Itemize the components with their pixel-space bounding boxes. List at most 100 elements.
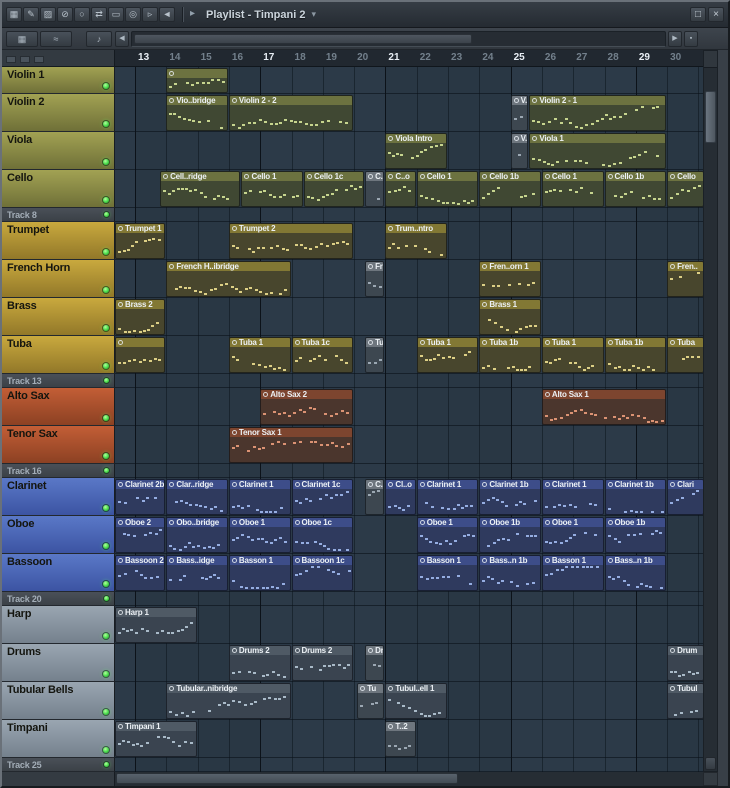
track-panel-drums[interactable]: Drums: [2, 644, 115, 682]
clip-header[interactable]: Basson 1: [229, 556, 290, 565]
clip-mute-icon[interactable]: [368, 340, 374, 345]
clip-mute-icon[interactable]: [231, 430, 237, 435]
timeline-label-23[interactable]: 23: [451, 52, 462, 63]
clip-header[interactable]: Oboe 1: [229, 518, 290, 527]
clip-oboe-1c[interactable]: Oboe 1c: [291, 517, 354, 553]
clip-header[interactable]: Tubul..ell 1: [386, 684, 447, 693]
track-enable-led[interactable]: [103, 453, 109, 459]
track-enable-led[interactable]: [103, 747, 109, 753]
clip-mute-icon[interactable]: [482, 340, 488, 345]
clip-drums-2[interactable]: Drums 2: [291, 645, 354, 681]
track-enable-led[interactable]: [103, 543, 109, 549]
clip-cello-1b[interactable]: Cello 1b: [479, 171, 541, 207]
corner-mini-button[interactable]: [6, 56, 16, 63]
clip-cello-1b[interactable]: Cello 1b: [604, 171, 667, 207]
clip-cl-o[interactable]: Cl..o: [385, 479, 416, 515]
clip-mute-icon[interactable]: [513, 136, 519, 141]
clip-header[interactable]: Cello 1b: [605, 172, 666, 181]
track-panel-track-16[interactable]: Track 16: [2, 464, 115, 478]
clip-mute-icon[interactable]: [388, 174, 394, 179]
timeline-label-18[interactable]: 18: [295, 52, 306, 63]
track-enable-led[interactable]: [104, 378, 109, 383]
clip-header[interactable]: Drums 2: [229, 646, 290, 655]
timeline-label-14[interactable]: 14: [169, 52, 180, 63]
clip-clarinet-1[interactable]: Clarinet 1: [228, 479, 291, 515]
clip-unnamed[interactable]: [115, 337, 166, 373]
clip-mute-icon[interactable]: [231, 482, 237, 487]
clip-mute-icon[interactable]: [263, 392, 269, 397]
clip-header[interactable]: Oboe 1: [417, 518, 478, 527]
clip-mute-icon[interactable]: [482, 174, 488, 179]
timeline-label-27[interactable]: 27: [576, 52, 587, 63]
clip-oboe-1[interactable]: Oboe 1: [541, 517, 604, 553]
clip-header[interactable]: Cello: [668, 172, 703, 181]
clip-header[interactable]: C..o: [366, 172, 384, 181]
clip-obo-bridge[interactable]: Obo..bridge: [166, 517, 228, 553]
clip-header[interactable]: Clarinet 1b: [480, 480, 540, 489]
clip-basson-1[interactable]: Basson 1: [541, 555, 604, 591]
track-panel-timpani[interactable]: Timpani: [2, 720, 115, 758]
clip-mute-icon[interactable]: [118, 558, 123, 563]
close-button[interactable]: ×: [708, 7, 724, 22]
v-scroll-thumb[interactable]: [705, 91, 716, 143]
clip-trum-ntro[interactable]: Trum..ntro: [385, 223, 448, 259]
clip-header[interactable]: Tubular..nibridge: [167, 684, 290, 693]
v-scroll-button[interactable]: [705, 757, 716, 770]
clip-header[interactable]: Cello 1b: [480, 172, 540, 181]
clip-mute-icon[interactable]: [360, 686, 366, 691]
clip-mute-icon[interactable]: [368, 482, 374, 487]
timeline-label-29[interactable]: 29: [639, 52, 650, 63]
clip-header[interactable]: T..2: [386, 722, 415, 731]
clip-header[interactable]: Tuba 1: [417, 338, 478, 347]
clip-c-o[interactable]: C..o: [365, 171, 385, 207]
clip-mute-icon[interactable]: [388, 136, 394, 141]
clip-header[interactable]: Cello 1: [417, 172, 478, 181]
clip-header[interactable]: Bass..n 1b: [480, 556, 540, 565]
clip-mute-icon[interactable]: [244, 174, 250, 179]
clip-tuba[interactable]: Tuba: [667, 337, 704, 373]
select-icon[interactable]: ▭: [108, 7, 124, 22]
clip-header[interactable]: Clar..ridge: [167, 480, 227, 489]
clip-mute-icon[interactable]: [294, 482, 300, 487]
track-panel-trumpet[interactable]: Trumpet: [2, 222, 115, 260]
clip-mute-icon[interactable]: [544, 340, 550, 345]
clip-header[interactable]: Tuba 1b: [480, 338, 540, 347]
clip-header[interactable]: Alto Sax 2: [261, 390, 353, 399]
clip-mute-icon[interactable]: [607, 520, 613, 525]
clip-fren[interactable]: Fren..: [667, 261, 704, 297]
clip-alto-sax-2[interactable]: Alto Sax 2: [260, 389, 354, 425]
clip-mute-icon[interactable]: [670, 648, 676, 653]
clip-header[interactable]: [116, 338, 165, 347]
clip-french-h-ibridge[interactable]: French H..ibridge: [166, 261, 291, 297]
clip-mute-icon[interactable]: [544, 392, 550, 397]
clip-tuba-1b[interactable]: Tuba 1b: [604, 337, 667, 373]
clip-t-2[interactable]: T..2: [385, 721, 416, 757]
timeline-label-25[interactable]: 25: [514, 52, 525, 63]
clip-header[interactable]: [167, 69, 227, 78]
clip-mute-icon[interactable]: [307, 174, 313, 179]
clip-header[interactable]: Tu: [366, 338, 384, 347]
clip-tuba-1b[interactable]: Tuba 1b: [479, 337, 541, 373]
clip-mute-icon[interactable]: [388, 686, 394, 691]
clip-mute-icon[interactable]: [163, 174, 169, 179]
clip-header[interactable]: Cl..o: [386, 480, 415, 489]
clip-oboe-1[interactable]: Oboe 1: [416, 517, 479, 553]
clip-v-n[interactable]: V..n: [510, 133, 529, 169]
clip-header[interactable]: French H..ibridge: [167, 262, 290, 271]
track-enable-led[interactable]: [103, 121, 109, 127]
clip-clarinet-1b[interactable]: Clarinet 1b: [604, 479, 667, 515]
clip-header[interactable]: Trumpet 1: [116, 224, 165, 233]
clip-mute-icon[interactable]: [670, 264, 676, 269]
corner-mini-button[interactable]: [34, 56, 44, 63]
clip-oboe-1b[interactable]: Oboe 1b: [604, 517, 667, 553]
blocks-view-button[interactable]: ▦: [6, 31, 38, 47]
clip-mute-icon[interactable]: [118, 302, 123, 307]
clip-mute-icon[interactable]: [607, 558, 613, 563]
clip-header[interactable]: Alto Sax 1: [542, 390, 666, 399]
timeline-label-20[interactable]: 20: [357, 52, 368, 63]
detach-icon[interactable]: ▦: [6, 7, 22, 22]
track-enable-led[interactable]: [103, 325, 109, 331]
clip-cell-ridge[interactable]: Cell..ridge: [160, 171, 241, 207]
track-panel-violin-1[interactable]: Violin 1: [2, 67, 115, 94]
timeline-label-13[interactable]: 13: [138, 52, 149, 63]
